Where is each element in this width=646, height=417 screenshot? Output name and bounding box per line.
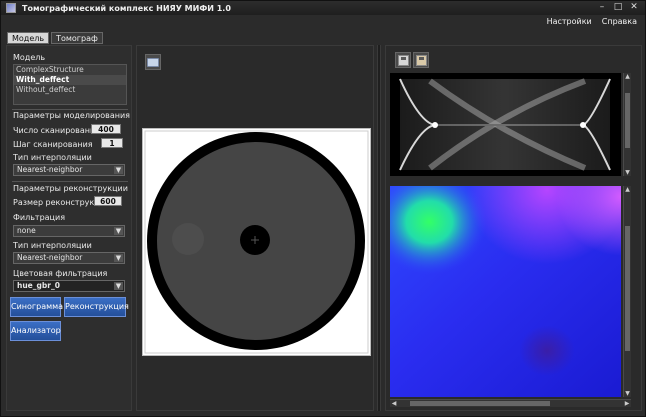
model-section-title: Модель	[13, 53, 46, 62]
folder-open-icon	[147, 57, 159, 67]
save-button[interactable]	[395, 52, 411, 68]
color-filter-select-value: hue_gbr_0	[17, 281, 60, 290]
close-button[interactable]: ✕	[629, 2, 639, 12]
model-phantom	[143, 129, 370, 355]
filter-label: Фильтрация	[13, 213, 66, 222]
scroll-up-icon[interactable]: ▲	[624, 186, 631, 193]
sinogram-image	[390, 73, 621, 176]
save-as-button[interactable]	[413, 52, 429, 68]
model-item-with-deffect[interactable]: With_deffect	[14, 75, 126, 85]
main-window: Томографический комплекс НИЯУ МИФИ 1.0 –…	[0, 0, 646, 417]
scroll-thumb[interactable]	[410, 401, 550, 406]
interp-select-value: Nearest-neighbor	[17, 165, 83, 174]
modeling-section-title: Параметры моделирования	[13, 111, 130, 120]
recon-interp-label: Тип интерполяции	[13, 241, 92, 250]
model-view-panel	[136, 45, 374, 411]
tab-tomograph[interactable]: Томограф	[51, 32, 103, 44]
panel-splitter[interactable]	[377, 45, 381, 411]
open-file-button[interactable]	[145, 54, 161, 70]
model-item-complexstructure[interactable]: ComplexStructure	[14, 65, 126, 75]
recon-interp-select[interactable]: Nearest-neighbor ▼	[13, 252, 125, 264]
divider	[12, 181, 128, 182]
divider	[12, 109, 128, 110]
save-as-icon	[415, 54, 427, 66]
scroll-right-icon[interactable]: ▶	[623, 400, 631, 407]
color-filter-label: Цветовая фильтрация	[13, 269, 108, 278]
title-bar: Томографический комплекс НИЯУ МИФИ 1.0 –…	[1, 1, 645, 15]
maximize-button[interactable]: □	[613, 2, 623, 12]
chevron-down-icon: ▼	[114, 166, 123, 174]
scroll-down-icon[interactable]: ▼	[624, 169, 631, 176]
interp-select[interactable]: Nearest-neighbor ▼	[13, 164, 125, 176]
scan-count-label: Число сканирований	[13, 126, 101, 135]
save-icon	[397, 54, 409, 66]
left-panel: Модель ComplexStructure With_deffect Wit…	[6, 45, 132, 411]
scroll-thumb[interactable]	[625, 226, 630, 351]
sinogram-graphic	[390, 73, 621, 176]
window-controls: – □ ✕	[597, 2, 639, 12]
scroll-left-icon[interactable]: ◀	[390, 400, 398, 407]
interp-label: Тип интерполяции	[13, 153, 92, 162]
app-icon	[6, 3, 16, 13]
scan-step-input[interactable]: 1	[101, 138, 123, 148]
scan-step-label: Шаг сканирования	[13, 140, 93, 149]
chevron-down-icon: ▼	[114, 227, 123, 235]
results-panel: ▲ ▼ ▲ ▼ ◀ ▶	[385, 45, 642, 411]
minimize-button[interactable]: –	[597, 2, 607, 12]
reconstruction-graphic	[390, 186, 621, 397]
filter-select[interactable]: none ▼	[13, 225, 125, 237]
window-title: Томографический комплекс НИЯУ МИФИ 1.0	[22, 3, 231, 13]
reconstruction-vscrollbar[interactable]: ▲ ▼	[623, 186, 631, 397]
sinogram-vscrollbar[interactable]: ▲ ▼	[623, 73, 631, 176]
main-tabs: Модель Томограф	[7, 32, 103, 44]
reconstruction-hscrollbar[interactable]: ◀ ▶	[390, 399, 631, 407]
menu-help[interactable]: Справка	[602, 17, 637, 26]
scroll-thumb[interactable]	[625, 93, 630, 148]
recon-interp-select-value: Nearest-neighbor	[17, 253, 83, 262]
reconstruction-section-title: Параметры реконструкции	[13, 184, 128, 193]
scan-count-input[interactable]: 400	[91, 124, 121, 134]
filter-select-value: none	[17, 226, 36, 235]
sinogram-button[interactable]: Синограмма	[10, 297, 63, 317]
scroll-down-icon[interactable]: ▼	[624, 390, 631, 397]
chevron-down-icon: ▼	[114, 254, 123, 262]
menu-bar: Настройки Справка	[547, 17, 637, 26]
reconstruction-button[interactable]: Реконструкция	[64, 297, 129, 317]
scroll-up-icon[interactable]: ▲	[624, 73, 631, 80]
model-item-without-deffect[interactable]: Without_deffect	[14, 85, 126, 95]
color-filter-select[interactable]: hue_gbr_0 ▼	[13, 280, 125, 292]
menu-settings[interactable]: Настройки	[547, 17, 592, 26]
tab-model[interactable]: Модель	[7, 32, 50, 44]
reconstruction-image	[390, 186, 621, 397]
model-image	[142, 128, 371, 356]
model-list[interactable]: ComplexStructure With_deffect Without_de…	[13, 64, 127, 105]
recon-size-input[interactable]: 600	[94, 196, 122, 206]
chevron-down-icon: ▼	[114, 282, 123, 290]
analyzer-button[interactable]: Анализатор	[10, 321, 61, 341]
